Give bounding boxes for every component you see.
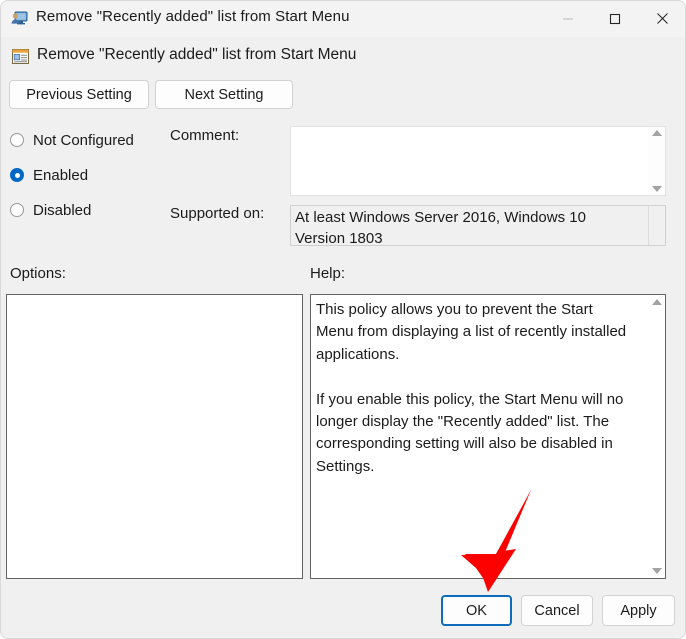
window-title: Remove "Recently added" list from Start … xyxy=(36,8,350,25)
page-title: Remove "Recently added" list from Start … xyxy=(37,46,357,63)
help-panel: This policy allows you to prevent the St… xyxy=(310,294,666,579)
supported-on-label: Supported on: xyxy=(170,205,265,222)
radio-disabled[interactable]: Disabled xyxy=(10,200,91,220)
options-label: Options: xyxy=(10,265,66,282)
comment-input[interactable] xyxy=(291,127,647,195)
scroll-down-icon[interactable] xyxy=(651,568,662,574)
radio-label-enabled: Enabled xyxy=(33,166,89,184)
radio-enabled[interactable]: Enabled xyxy=(10,165,88,185)
scroll-down-icon[interactable] xyxy=(651,186,662,192)
supported-on-box: At least Windows Server 2016, Windows 10… xyxy=(290,205,666,246)
cancel-button[interactable]: Cancel xyxy=(521,595,593,626)
radio-indicator-disabled xyxy=(10,203,24,217)
radio-not-configured[interactable]: Not Configured xyxy=(10,130,134,150)
help-label: Help: xyxy=(310,265,346,282)
supported-on-scrollbar[interactable] xyxy=(648,206,665,245)
close-button[interactable] xyxy=(639,0,685,37)
close-icon xyxy=(656,13,668,24)
comment-box xyxy=(290,126,666,196)
next-setting-button[interactable]: Next Setting xyxy=(155,80,293,109)
help-scrollbar[interactable] xyxy=(648,295,665,578)
maximize-button[interactable] xyxy=(592,0,638,37)
policy-computer-icon xyxy=(11,10,28,27)
scroll-up-icon[interactable] xyxy=(651,130,662,136)
comment-scrollbar[interactable] xyxy=(648,127,665,195)
maximize-icon xyxy=(609,13,621,24)
group-policy-setting-dialog: Remove "Recently added" list from Start … xyxy=(0,0,686,639)
minimize-button[interactable] xyxy=(545,0,591,37)
title-bar[interactable]: Remove "Recently added" list from Start … xyxy=(0,0,686,37)
apply-button[interactable]: Apply xyxy=(602,595,675,626)
ok-button[interactable]: OK xyxy=(441,595,512,626)
options-panel[interactable] xyxy=(6,294,303,579)
help-text: This policy allows you to prevent the St… xyxy=(316,301,627,475)
comment-label: Comment: xyxy=(170,127,240,144)
minimize-icon xyxy=(563,18,573,19)
policy-setting-icon xyxy=(11,47,30,66)
scroll-up-icon[interactable] xyxy=(651,299,662,305)
supported-on-value: At least Windows Server 2016, Windows 10… xyxy=(295,209,586,246)
radio-label-not-configured: Not Configured xyxy=(33,131,134,149)
radio-label-disabled: Disabled xyxy=(33,201,92,219)
radio-indicator-not-configured xyxy=(10,133,24,147)
radio-indicator-enabled xyxy=(10,168,24,182)
previous-setting-button[interactable]: Previous Setting xyxy=(9,80,149,109)
